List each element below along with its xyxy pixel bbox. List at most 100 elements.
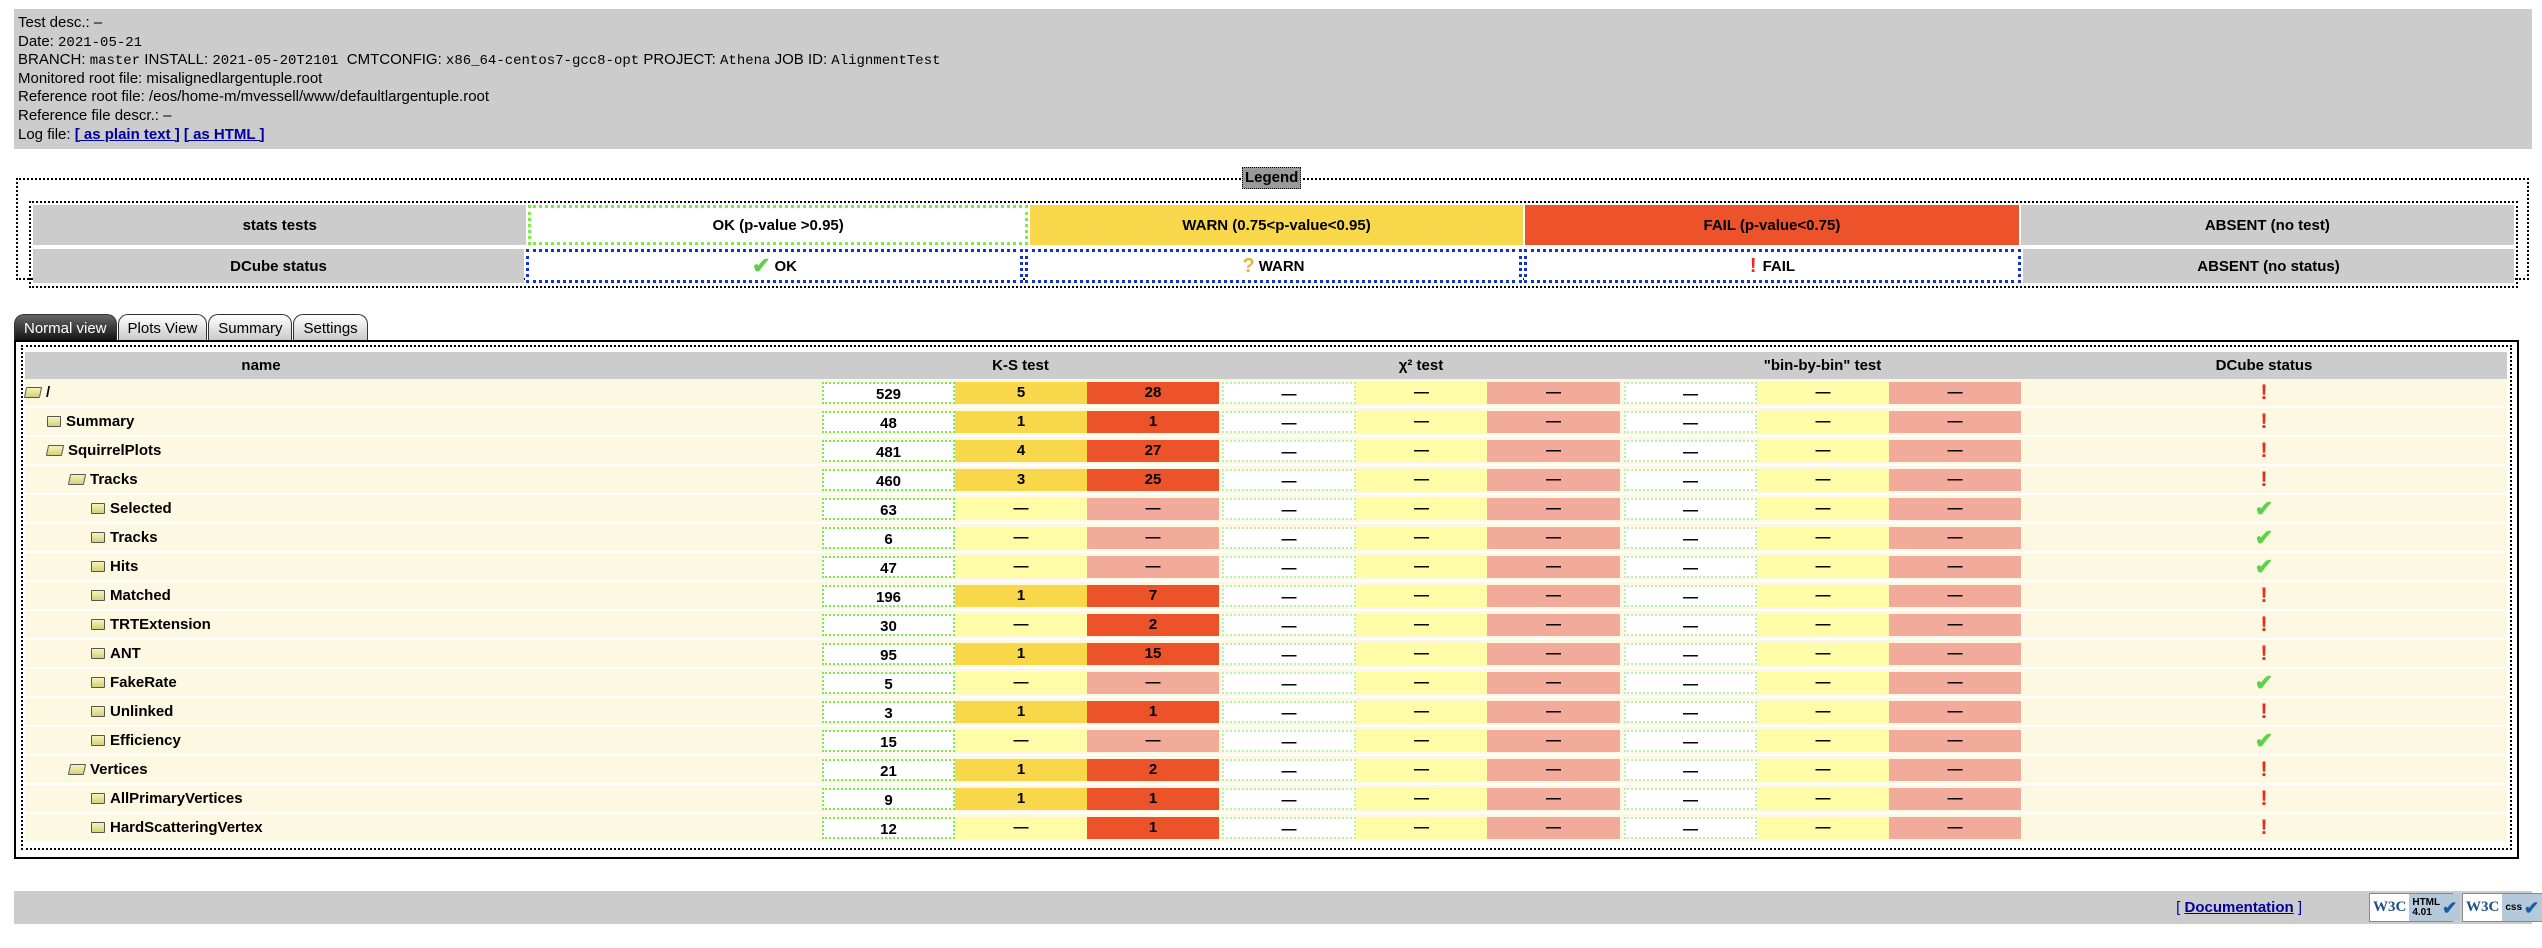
row-name[interactable]: HardScatteringVertex bbox=[91, 814, 263, 841]
row-name[interactable]: / bbox=[23, 379, 50, 406]
row-name[interactable]: Summary bbox=[47, 408, 134, 435]
row-name-label[interactable]: FakeRate bbox=[110, 669, 177, 696]
tab-normal-view[interactable]: Normal view bbox=[14, 314, 117, 341]
ks-total-cell: 529 bbox=[822, 382, 955, 404]
documentation-link[interactable]: Documentation bbox=[2184, 899, 2293, 916]
dcube-status-cell: ! bbox=[2021, 611, 2507, 638]
chi2-fail-cell: — bbox=[1487, 614, 1620, 636]
chi2-warn-cell: — bbox=[1356, 411, 1487, 433]
ks-warn-cell: — bbox=[955, 817, 1087, 839]
row-name[interactable]: TRTExtension bbox=[91, 611, 211, 638]
chi2-fail-cell: — bbox=[1487, 817, 1620, 839]
table-row: TRTExtension 30—2— — — — — —! bbox=[25, 611, 2507, 638]
dcube-status-cell: ! bbox=[2021, 814, 2507, 841]
table-row: Hits 47— — — — — — — — ✔ bbox=[25, 553, 2507, 580]
ks-total-cell: 6 bbox=[822, 527, 955, 549]
row-name-label[interactable]: TRTExtension bbox=[110, 611, 211, 638]
folder-icon[interactable] bbox=[91, 793, 105, 804]
row-name[interactable]: Vertices bbox=[67, 756, 148, 783]
folder-icon[interactable] bbox=[91, 677, 105, 688]
chi2-fail-cell: — bbox=[1487, 440, 1620, 462]
row-name[interactable]: Efficiency bbox=[91, 727, 181, 754]
ks-total-cell: 460 bbox=[822, 469, 955, 491]
row-name-label[interactable]: Tracks bbox=[90, 466, 138, 493]
row-name[interactable]: Matched bbox=[91, 582, 171, 609]
tab-plots-view[interactable]: Plots View bbox=[117, 314, 208, 341]
row-name[interactable]: AllPrimaryVertices bbox=[91, 785, 243, 812]
row-name-label[interactable]: Tracks bbox=[110, 524, 158, 551]
documentation-link-wrap: [ Documentation ] bbox=[2176, 899, 2302, 916]
chi2-warn-cell: — bbox=[1356, 527, 1487, 549]
w3c-css-valid-badge[interactable]: W3C css ✔ bbox=[2462, 893, 2542, 922]
folder-open-icon[interactable] bbox=[67, 764, 87, 775]
dcube-status-cell: ! bbox=[2021, 379, 2507, 406]
bbb-total-cell: — bbox=[1624, 440, 1757, 462]
folder-open-icon[interactable] bbox=[23, 387, 43, 398]
dcube-status-cell: ! bbox=[2021, 756, 2507, 783]
bbb-total-cell: — bbox=[1624, 469, 1757, 491]
chi2-fail-cell: — bbox=[1487, 672, 1620, 694]
reference-descr-line: Reference file descr.: – bbox=[18, 106, 172, 124]
chi2-total-cell: — bbox=[1222, 672, 1356, 694]
header-chi2-test: χ² test bbox=[1398, 357, 1444, 374]
row-name[interactable]: Hits bbox=[91, 553, 138, 580]
row-name-label[interactable]: Hits bbox=[110, 553, 138, 580]
row-name-label[interactable]: Unlinked bbox=[110, 698, 173, 725]
dcube-status-cell: ! bbox=[2021, 466, 2507, 493]
row-name[interactable]: Tracks bbox=[91, 524, 158, 551]
ks-total-cell: 481 bbox=[822, 440, 955, 462]
bbb-warn-cell: — bbox=[1757, 440, 1889, 462]
log-html-link[interactable]: [ as HTML ] bbox=[184, 126, 265, 143]
row-name-label[interactable]: ANT bbox=[110, 640, 141, 667]
chi2-total-cell: — bbox=[1222, 527, 1356, 549]
jobid-value: AlignmentTest bbox=[831, 53, 941, 70]
bbb-fail-cell: — bbox=[1889, 701, 2021, 723]
chi2-fail-cell: — bbox=[1487, 498, 1620, 520]
tab-summary[interactable]: Summary bbox=[208, 314, 293, 341]
folder-icon[interactable] bbox=[91, 648, 105, 659]
folder-icon[interactable] bbox=[91, 735, 105, 746]
bbb-warn-cell: — bbox=[1757, 498, 1889, 520]
ks-warn-cell: — bbox=[955, 527, 1087, 549]
folder-icon[interactable] bbox=[91, 532, 105, 543]
bbb-total-cell: — bbox=[1624, 556, 1757, 578]
row-name-label[interactable]: / bbox=[46, 379, 50, 406]
exclamation-icon: ! bbox=[2260, 439, 2268, 462]
row-name[interactable]: ANT bbox=[91, 640, 141, 667]
row-name[interactable]: Unlinked bbox=[91, 698, 173, 725]
folder-icon[interactable] bbox=[91, 706, 105, 717]
chi2-fail-cell: — bbox=[1487, 527, 1620, 549]
folder-icon[interactable] bbox=[91, 590, 105, 601]
ks-fail-cell: 2 bbox=[1087, 759, 1219, 781]
row-name-label[interactable]: Vertices bbox=[90, 756, 148, 783]
ks-total-cell: 3 bbox=[822, 701, 955, 723]
folder-icon[interactable] bbox=[47, 416, 61, 427]
row-name-label[interactable]: HardScatteringVertex bbox=[110, 814, 263, 841]
row-name-label[interactable]: AllPrimaryVertices bbox=[110, 785, 243, 812]
folder-icon[interactable] bbox=[91, 822, 105, 833]
row-name-label[interactable]: Efficiency bbox=[110, 727, 181, 754]
log-plain-text-link[interactable]: [ as plain text ] bbox=[75, 126, 180, 143]
row-name-label[interactable]: SquirrelPlots bbox=[68, 437, 161, 464]
row-name[interactable]: Selected bbox=[91, 495, 172, 522]
dcube-status-cell: ! bbox=[2021, 698, 2507, 725]
ks-fail-cell: 1 bbox=[1087, 788, 1219, 810]
folder-icon[interactable] bbox=[91, 619, 105, 630]
legend-title: Legend bbox=[1242, 167, 1302, 189]
bbb-warn-cell: — bbox=[1757, 614, 1889, 636]
row-name[interactable]: Tracks bbox=[67, 466, 138, 493]
row-name-label[interactable]: Selected bbox=[110, 495, 172, 522]
row-name[interactable]: FakeRate bbox=[91, 669, 177, 696]
w3c-html-valid-badge[interactable]: W3C HTML 4.01 ✔ bbox=[2369, 893, 2461, 922]
row-name-label[interactable]: Matched bbox=[110, 582, 171, 609]
chi2-fail-cell: — bbox=[1487, 411, 1620, 433]
folder-open-icon[interactable] bbox=[45, 445, 65, 456]
folder-icon[interactable] bbox=[91, 503, 105, 514]
tab-settings[interactable]: Settings bbox=[293, 314, 368, 341]
row-name[interactable]: SquirrelPlots bbox=[45, 437, 161, 464]
folder-open-icon[interactable] bbox=[67, 474, 87, 485]
folder-icon[interactable] bbox=[91, 561, 105, 572]
row-name-label[interactable]: Summary bbox=[66, 408, 134, 435]
ks-total-cell: 9 bbox=[822, 788, 955, 810]
dcube-status-cell: ✔ bbox=[2021, 495, 2507, 522]
